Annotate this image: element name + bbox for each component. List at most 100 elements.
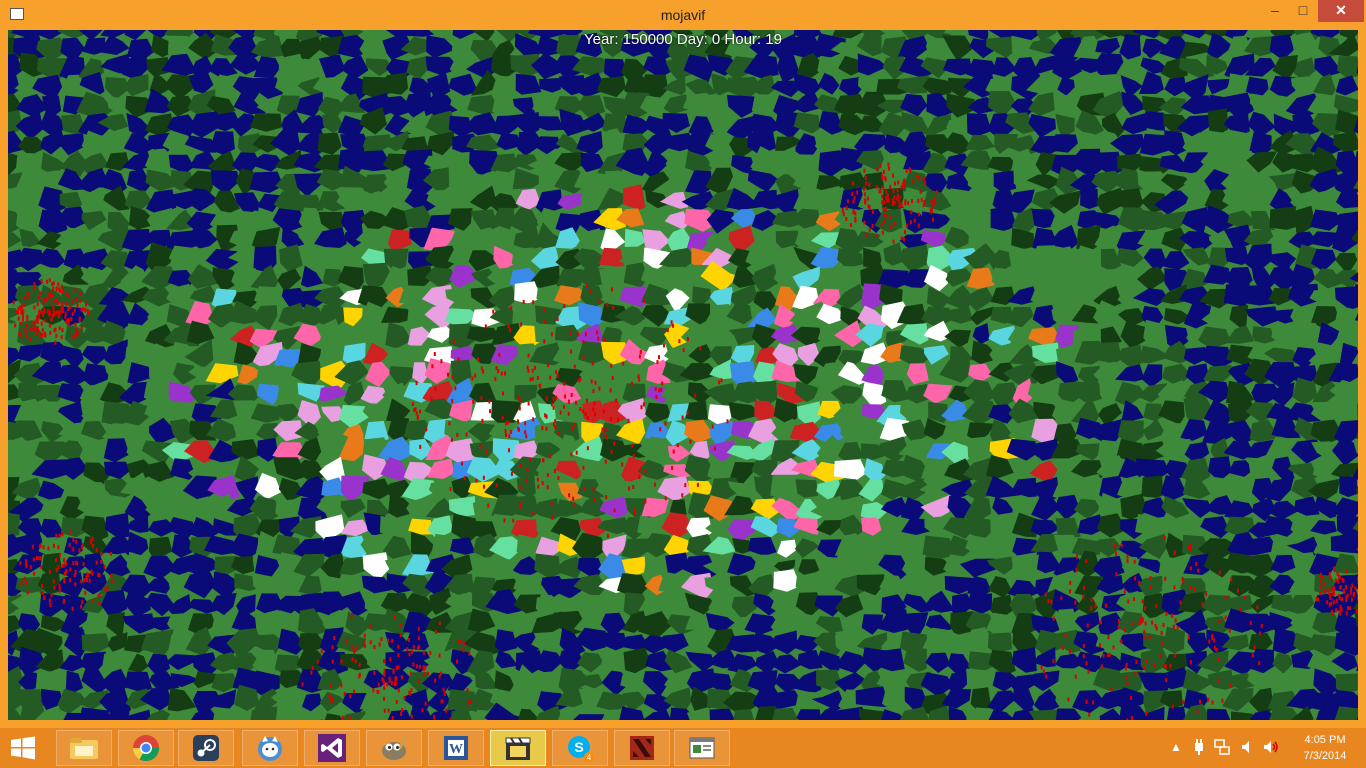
creature	[864, 198, 867, 203]
terrain-cell	[1158, 400, 1185, 425]
terrain-cell	[297, 437, 322, 463]
taskbar-gimp[interactable]	[366, 730, 422, 766]
volume-icon[interactable]	[1240, 739, 1256, 755]
terrain-cell	[1334, 632, 1358, 656]
creature	[551, 515, 554, 520]
creature	[58, 588, 61, 593]
creature	[417, 636, 420, 641]
creature	[842, 212, 845, 217]
creature	[1126, 554, 1129, 559]
creature	[903, 237, 906, 242]
creature	[1224, 615, 1227, 620]
creature	[85, 302, 87, 307]
creature	[686, 410, 689, 415]
creature	[25, 334, 28, 339]
speaker-muted-icon[interactable]	[1262, 739, 1280, 755]
creature	[80, 326, 83, 331]
creature	[882, 170, 885, 175]
creature	[78, 291, 81, 296]
creature	[1061, 646, 1064, 650]
creature	[880, 222, 883, 227]
system-clock[interactable]: 4:05 PM 7/3/2014	[1290, 732, 1360, 764]
creature	[408, 652, 411, 657]
creature	[582, 465, 585, 470]
terrain-cell	[488, 285, 517, 312]
taskbar-file-explorer[interactable]	[56, 730, 112, 766]
creature	[55, 558, 57, 562]
creature	[536, 477, 539, 482]
creature	[632, 454, 635, 458]
creature	[656, 360, 659, 365]
creature	[1145, 711, 1147, 716]
taskbar-dota2[interactable]	[614, 730, 670, 766]
creature	[593, 497, 596, 502]
maximize-button[interactable]: □	[1290, 0, 1316, 22]
creature	[893, 200, 896, 205]
creature	[658, 355, 660, 360]
creature	[924, 180, 927, 185]
creature	[383, 696, 385, 701]
creature	[1124, 628, 1126, 633]
creature	[1332, 600, 1335, 605]
creature	[1126, 558, 1129, 563]
taskbar-visual-studio[interactable]	[304, 730, 360, 766]
creature	[394, 682, 397, 687]
taskbar-chrome[interactable]	[118, 730, 174, 766]
creature	[1162, 623, 1165, 627]
taskbar-word[interactable]: W	[428, 730, 484, 766]
show-hidden-icons-button[interactable]: ▲	[1170, 740, 1182, 754]
terrain-cell	[994, 536, 1014, 556]
creature	[537, 484, 540, 489]
terrain-cell	[8, 152, 18, 177]
creature	[403, 696, 406, 700]
creature	[71, 300, 74, 304]
creature	[34, 327, 37, 332]
taskbar-cat-app[interactable]	[242, 730, 298, 766]
taskbar-skype[interactable]: S 4	[552, 730, 608, 766]
creature	[1074, 600, 1077, 605]
creature	[1338, 596, 1341, 601]
creature	[864, 176, 867, 181]
terrain-cell	[816, 520, 842, 536]
creature	[60, 284, 63, 289]
windows-logo-icon[interactable]	[10, 736, 36, 760]
creature	[913, 218, 916, 223]
network-icon[interactable]	[1214, 739, 1230, 755]
creature	[110, 578, 113, 583]
terrain-cell	[1164, 130, 1187, 156]
taskbar-mojavif[interactable]	[674, 730, 730, 766]
creature	[416, 664, 418, 669]
terrain-cell	[8, 512, 20, 538]
terrain-cell	[1329, 379, 1358, 403]
creature	[1173, 585, 1176, 590]
creature	[47, 546, 50, 551]
creature	[33, 305, 36, 310]
creature	[316, 659, 319, 664]
terrain-cell	[426, 190, 451, 214]
creature	[931, 202, 934, 207]
terrain-cell	[362, 342, 389, 366]
creature	[399, 623, 402, 628]
creature	[1075, 568, 1078, 573]
minimize-button[interactable]: –	[1262, 0, 1288, 22]
creature	[1118, 619, 1120, 624]
terrain-cell	[145, 460, 175, 482]
creature	[1342, 578, 1345, 583]
taskbar-steam[interactable]	[178, 730, 234, 766]
creature	[463, 476, 466, 481]
terrain-cell	[1141, 475, 1164, 498]
terrain-cell	[314, 227, 347, 251]
creature	[1114, 542, 1117, 547]
creature	[500, 371, 503, 376]
terrain-cell	[665, 552, 688, 574]
taskbar-calendar-app[interactable]	[490, 730, 546, 766]
title-bar[interactable]: mojavif – □ ✕	[0, 0, 1366, 30]
creature	[57, 282, 60, 287]
power-plug-icon[interactable]	[1192, 739, 1206, 755]
creature	[397, 653, 400, 658]
creature	[29, 326, 32, 331]
terrain-cell	[256, 383, 282, 406]
close-button[interactable]: ✕	[1318, 0, 1364, 22]
creature	[613, 508, 616, 513]
simulation-canvas[interactable]: Year: 150000 Day: 0 Hour: 19	[8, 30, 1358, 720]
